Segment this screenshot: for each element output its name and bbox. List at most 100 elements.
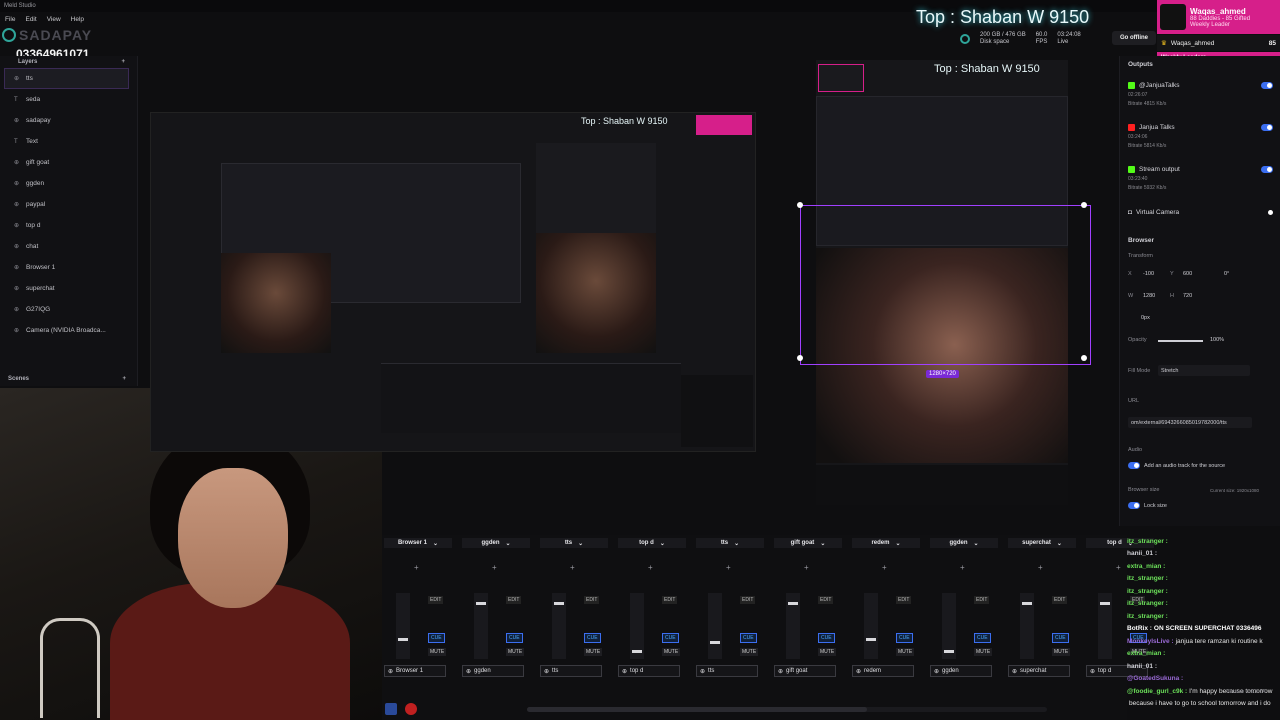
channel-name[interactable]: superchat ⌄ [1008, 538, 1076, 548]
add-filter-button[interactable]: + [882, 563, 887, 572]
output-toggle[interactable] [1261, 166, 1273, 173]
volume-fader[interactable] [864, 593, 878, 659]
channel-source[interactable]: ⊕ redem [852, 665, 914, 677]
add-filter-button[interactable]: + [960, 563, 965, 572]
channel-source[interactable]: ⊕ tts [540, 665, 602, 677]
edit-button[interactable]: EDIT [428, 596, 444, 604]
fader-knob[interactable] [1100, 602, 1110, 605]
padding-value[interactable]: 0px [1141, 315, 1150, 321]
output-row[interactable]: @JanjuaTalks 02:26:07 Bitrate 4815 Kb/s [1128, 82, 1273, 107]
layer-item[interactable]: ⊕ tts [4, 68, 129, 89]
channel-source[interactable]: ⊕ superchat [1008, 665, 1070, 677]
chat-username[interactable]: hanii_01 : [1127, 550, 1157, 557]
layer-item[interactable]: ⊕ superchat [0, 278, 137, 299]
fader-knob[interactable] [632, 650, 642, 653]
output-row[interactable]: Stream output 03:23:40 Bitrate 5932 Kb/s [1128, 166, 1273, 191]
selection-box[interactable] [800, 205, 1091, 365]
fader-knob[interactable] [398, 638, 408, 641]
lock-size-toggle[interactable] [1128, 502, 1140, 509]
fader-knob[interactable] [944, 650, 954, 653]
chat-username[interactable]: @GoatedSukuna : [1127, 675, 1183, 682]
layer-item[interactable]: ⊕ gift goat [0, 152, 137, 173]
fader-knob[interactable] [710, 641, 720, 644]
fader-knob[interactable] [866, 638, 876, 641]
add-scene-button[interactable]: + [122, 376, 126, 382]
fader-knob[interactable] [788, 602, 798, 605]
chat-username[interactable]: @foodie_gurl_c9k : [1127, 688, 1187, 695]
opacity-slider[interactable] [1158, 340, 1203, 342]
channel-source[interactable]: ⊕ gift goat [774, 665, 836, 677]
volume-fader[interactable] [474, 593, 488, 659]
edit-button[interactable]: EDIT [506, 596, 522, 604]
go-offline-button[interactable]: Go offline [1112, 31, 1156, 45]
mute-button[interactable]: MUTE [662, 648, 681, 656]
fader-knob[interactable] [1022, 602, 1032, 605]
virtual-camera-toggle[interactable] [1268, 210, 1273, 215]
mute-button[interactable]: MUTE [740, 648, 759, 656]
cue-button[interactable]: CUE [1052, 633, 1069, 643]
channel-source[interactable]: ⊕ ggden [462, 665, 524, 677]
fader-knob[interactable] [476, 602, 486, 605]
mute-button[interactable]: MUTE [896, 648, 915, 656]
opacity-value[interactable]: 100% [1210, 337, 1224, 343]
channel-name[interactable]: gift goat ⌄ [774, 538, 842, 548]
channel-name[interactable]: redem ⌄ [852, 538, 920, 548]
layer-item[interactable]: ⊕ ggden [0, 173, 137, 194]
cue-button[interactable]: CUE [974, 633, 991, 643]
url-input[interactable]: om/external/6943266085019782000/tts [1128, 417, 1252, 428]
volume-fader[interactable] [396, 593, 410, 659]
menu-edit[interactable]: Edit [25, 16, 36, 23]
volume-fader[interactable] [552, 593, 566, 659]
cue-button[interactable]: CUE [584, 633, 601, 643]
explorer-icon[interactable] [385, 703, 397, 715]
channel-name[interactable]: ggden ⌄ [930, 538, 998, 548]
fader-knob[interactable] [554, 602, 564, 605]
add-filter-button[interactable]: + [1038, 563, 1043, 572]
volume-fader[interactable] [1098, 593, 1112, 659]
chat-username[interactable]: itz_stranger : [1127, 538, 1168, 545]
cue-button[interactable]: CUE [428, 633, 445, 643]
h-value[interactable]: 720 [1183, 293, 1192, 299]
add-filter-button[interactable]: + [414, 563, 419, 572]
mute-button[interactable]: MUTE [818, 648, 837, 656]
edit-button[interactable]: EDIT [818, 596, 834, 604]
channel-name[interactable]: top d ⌄ [618, 538, 686, 548]
chat-username[interactable]: extra_mian : [1127, 650, 1165, 657]
chat-username[interactable]: BotRix : [1127, 625, 1152, 632]
chat-username[interactable]: itz_stranger : [1127, 575, 1168, 582]
add-filter-button[interactable]: + [492, 563, 497, 572]
add-filter-button[interactable]: + [648, 563, 653, 572]
app-icon[interactable] [405, 703, 417, 715]
volume-fader[interactable] [942, 593, 956, 659]
mute-button[interactable]: MUTE [506, 648, 525, 656]
edit-button[interactable]: EDIT [740, 596, 756, 604]
mute-button[interactable]: MUTE [974, 648, 993, 656]
mute-button[interactable]: MUTE [428, 648, 447, 656]
cue-button[interactable]: CUE [740, 633, 757, 643]
channel-source[interactable]: ⊕ tts [696, 665, 758, 677]
edit-button[interactable]: EDIT [662, 596, 678, 604]
menu-help[interactable]: Help [71, 16, 84, 23]
layer-item[interactable]: T Text [0, 131, 137, 152]
mixer-scroll-thumb[interactable] [527, 707, 867, 712]
channel-source[interactable]: ⊕ ggden [930, 665, 992, 677]
add-filter-button[interactable]: + [1116, 563, 1121, 572]
virtual-camera-row[interactable]: ◘ Virtual Camera [1128, 209, 1273, 216]
scene-preview[interactable]: Top : Shaban W 9150 [150, 112, 756, 452]
chat-username[interactable]: hanii_01 : [1127, 663, 1157, 670]
audio-toggle[interactable] [1128, 462, 1140, 469]
layer-item[interactable]: ⊕ G27IQG [0, 299, 137, 320]
output-toggle[interactable] [1261, 82, 1273, 89]
cue-button[interactable]: CUE [506, 633, 523, 643]
audio-option[interactable]: Add an audio track for the source [1128, 462, 1225, 469]
channel-source[interactable]: ⊕ Browser 1 [384, 665, 446, 677]
resize-handle-tl[interactable] [797, 202, 803, 208]
resize-handle-br[interactable] [1081, 355, 1087, 361]
output-toggle[interactable] [1261, 124, 1273, 131]
channel-source[interactable]: ⊕ top d [618, 665, 680, 677]
chat-username[interactable]: MonkeyIsLive : [1127, 638, 1174, 645]
w-value[interactable]: 1280 [1143, 293, 1155, 299]
menu-file[interactable]: File [5, 16, 15, 23]
layer-item[interactable]: ⊕ top d [0, 215, 137, 236]
layer-item[interactable]: ⊕ paypal [0, 194, 137, 215]
